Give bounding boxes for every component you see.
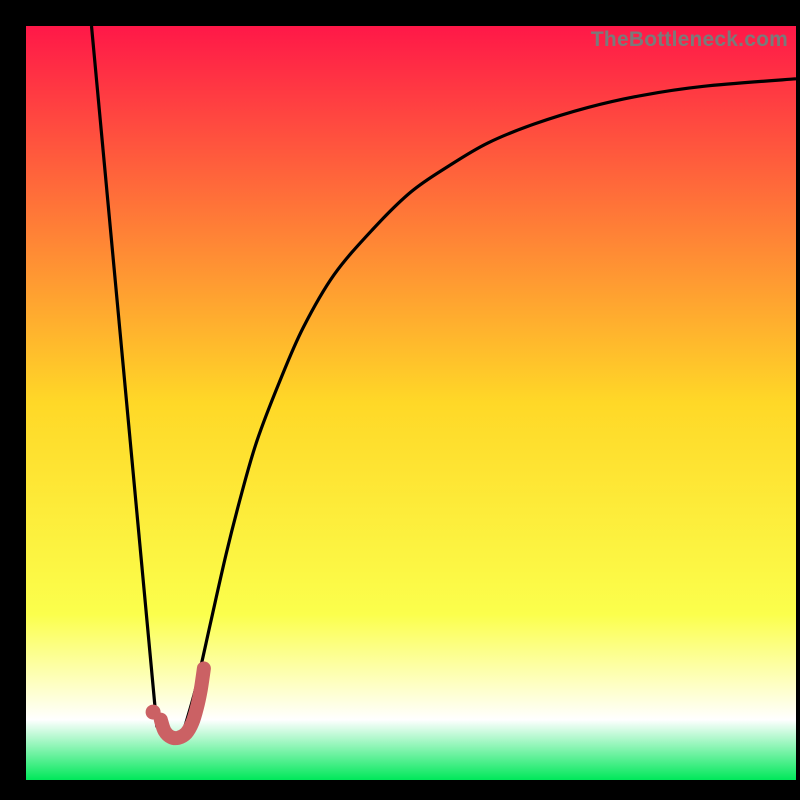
marker-dot bbox=[146, 705, 161, 720]
plot-area: TheBottleneck.com bbox=[26, 26, 796, 780]
gradient-rect bbox=[26, 26, 796, 780]
chart-frame: TheBottleneck.com bbox=[0, 0, 800, 800]
plot-svg bbox=[26, 26, 796, 780]
